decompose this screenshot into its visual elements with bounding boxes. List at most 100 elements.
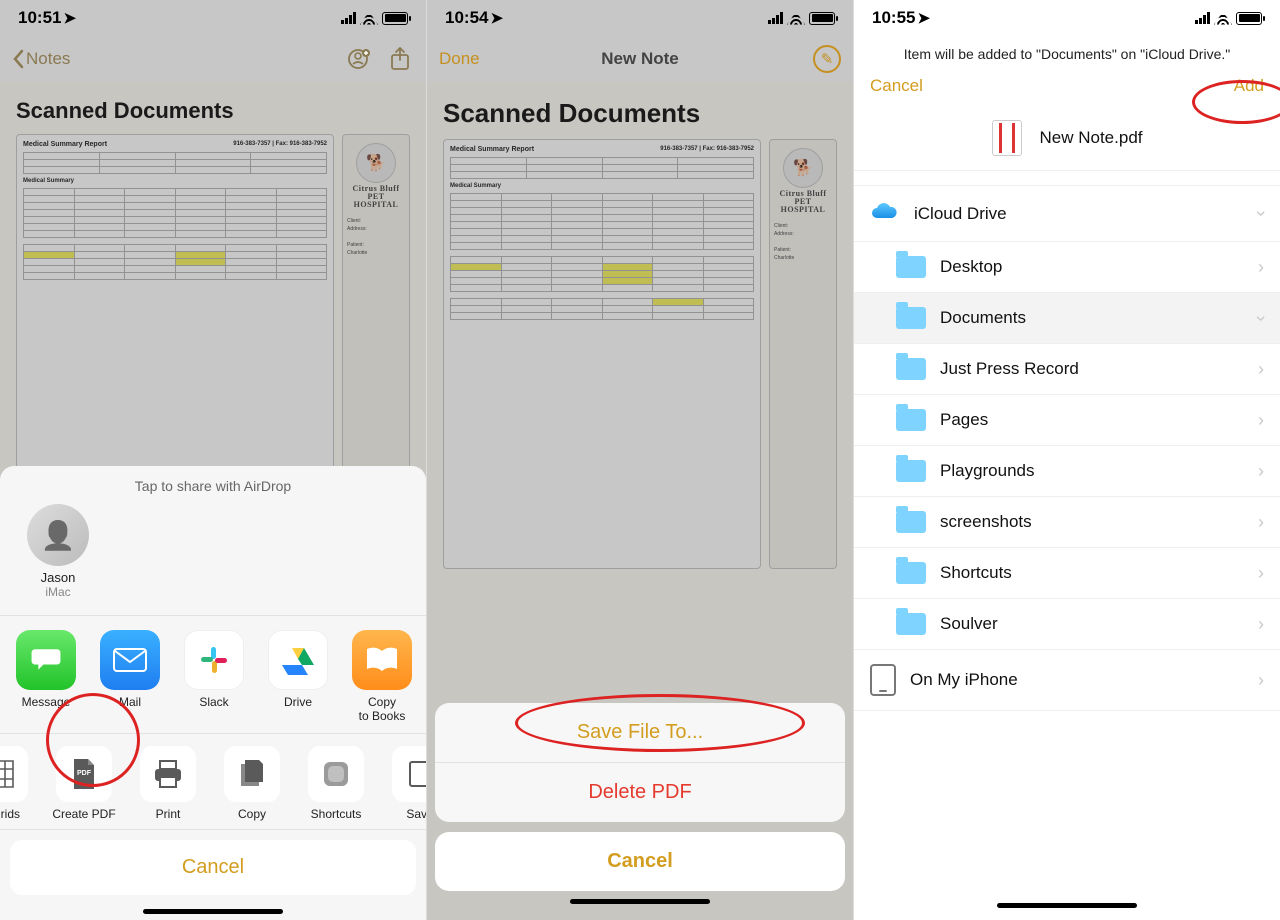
action-print[interactable]: Print [126, 746, 210, 821]
action-save[interactable]: Save [378, 746, 426, 821]
battery-icon [382, 12, 408, 25]
cancel-button[interactable]: Cancel [10, 840, 416, 895]
chevron-right-icon: › [1258, 410, 1264, 431]
panel-pdf-actions: Scanned Documents Medical Summary Report… [427, 0, 854, 920]
icloud-icon [870, 200, 900, 227]
save-message: Item will be added to "Documents" on "iC… [854, 36, 1280, 68]
print-icon [140, 746, 196, 802]
books-icon [352, 630, 412, 690]
battery-icon [1236, 12, 1262, 25]
chevron-right-icon: › [1258, 512, 1264, 533]
airdrop-header: Tap to share with AirDrop [0, 476, 426, 502]
nav-title: New Note [509, 49, 771, 69]
toolbar: Cancel Add [854, 68, 1280, 106]
folder-desktop[interactable]: Desktop› [854, 242, 1280, 293]
nav-bar: Done New Note ✎ [427, 36, 853, 82]
location-icon: ➤ [63, 9, 76, 27]
folder-icon [896, 409, 926, 431]
action-copy[interactable]: Copy [210, 746, 294, 821]
cancel-button[interactable]: Cancel [870, 76, 923, 96]
drive-icon [268, 630, 328, 690]
filename: New Note.pdf [1040, 128, 1143, 148]
share-app-mail[interactable]: Mail [88, 630, 172, 722]
cellular-icon [1195, 12, 1210, 24]
location-icon: ➤ [490, 9, 503, 27]
status-bar: 10:51➤ [0, 0, 426, 36]
folder-icon [896, 307, 926, 329]
nav-bar: Notes [0, 36, 426, 82]
chevron-down-icon: › [1251, 211, 1272, 217]
folder-screenshots[interactable]: screenshots› [854, 497, 1280, 548]
chevron-right-icon: › [1258, 257, 1264, 278]
iphone-icon [870, 664, 896, 696]
avatar [27, 504, 89, 566]
share-sheet: Tap to share with AirDrop Jason iMac Mes… [0, 466, 426, 920]
grid-icon [0, 746, 28, 802]
wifi-icon [360, 12, 378, 25]
wifi-icon [787, 12, 805, 25]
chevron-right-icon: › [1258, 670, 1264, 691]
folder-playgrounds[interactable]: Playgrounds› [854, 446, 1280, 497]
slack-icon [184, 630, 244, 690]
chevron-right-icon: › [1258, 563, 1264, 584]
message-icon [16, 630, 76, 690]
panel-save-location: 10:55➤ Item will be added to "Documents"… [854, 0, 1280, 920]
folder-icon [896, 460, 926, 482]
share-icon[interactable] [386, 45, 414, 73]
share-app-drive[interactable]: Drive [256, 630, 340, 722]
action-shortcuts[interactable]: Shortcuts [294, 746, 378, 821]
save-file-button[interactable]: Save File To... [435, 703, 845, 763]
pdf-icon: PDF [56, 746, 112, 802]
pdf-file-icon [992, 120, 1022, 156]
mail-icon [100, 630, 160, 690]
note-title: Scanned Documents [16, 98, 410, 124]
add-people-icon[interactable] [346, 45, 374, 73]
panel-share-sheet: Scanned Documents Medical Summary Report… [0, 0, 427, 920]
location-icloud[interactable]: iCloud Drive › [854, 186, 1280, 242]
svg-text:PDF: PDF [77, 770, 92, 777]
markup-icon[interactable]: ✎ [813, 45, 841, 73]
share-app-slack[interactable]: Slack [172, 630, 256, 722]
folder-soulver[interactable]: Soulver› [854, 599, 1280, 650]
home-indicator[interactable] [570, 899, 710, 904]
folder-icon [896, 562, 926, 584]
share-app-books[interactable]: Copy to Books [340, 630, 424, 722]
chevron-down-icon: › [1251, 315, 1272, 321]
folder-icon [896, 511, 926, 533]
cellular-icon [768, 12, 783, 24]
delete-pdf-button[interactable]: Delete PDF [435, 763, 845, 822]
folder-documents[interactable]: Documents› [854, 293, 1280, 344]
home-indicator[interactable] [143, 909, 283, 914]
status-bar: 10:54➤ [427, 0, 853, 36]
home-indicator[interactable] [997, 903, 1137, 908]
shortcuts-icon [308, 746, 364, 802]
back-button[interactable]: Notes [12, 49, 70, 69]
folder-icon [896, 256, 926, 278]
note-title: Scanned Documents [443, 98, 837, 129]
wifi-icon [1214, 12, 1232, 25]
chevron-right-icon: › [1258, 359, 1264, 380]
folder-just-press-record[interactable]: Just Press Record› [854, 344, 1280, 395]
location-on-my-iphone[interactable]: On My iPhone› [854, 650, 1280, 711]
action-lines-grids[interactable]: & Grids [0, 746, 42, 821]
cellular-icon [341, 12, 356, 24]
pdf-preview[interactable]: Medical Summary Report 916-383-7357 | Fa… [443, 139, 761, 569]
chevron-right-icon: › [1258, 614, 1264, 635]
folder-icon [896, 358, 926, 380]
action-create-pdf[interactable]: PDFCreate PDF [42, 746, 126, 821]
pdf-page-2[interactable]: 🐕 Citrus Bluff PET HOSPITAL Client:Addre… [769, 139, 837, 569]
chevron-right-icon: › [1258, 461, 1264, 482]
save-icon [392, 746, 426, 802]
status-bar: 10:55➤ [854, 0, 1280, 36]
battery-icon [809, 12, 835, 25]
share-app-message[interactable]: Message [4, 630, 88, 722]
airdrop-contact[interactable]: Jason iMac [18, 504, 98, 599]
add-button[interactable]: Add [1234, 76, 1264, 96]
cancel-button[interactable]: Cancel [435, 832, 845, 891]
action-sheet: Save File To... Delete PDF Cancel [435, 703, 845, 910]
folder-pages[interactable]: Pages› [854, 395, 1280, 446]
location-icon: ➤ [917, 9, 930, 27]
folder-shortcuts[interactable]: Shortcuts› [854, 548, 1280, 599]
done-button[interactable]: Done [439, 49, 480, 69]
copy-icon [224, 746, 280, 802]
